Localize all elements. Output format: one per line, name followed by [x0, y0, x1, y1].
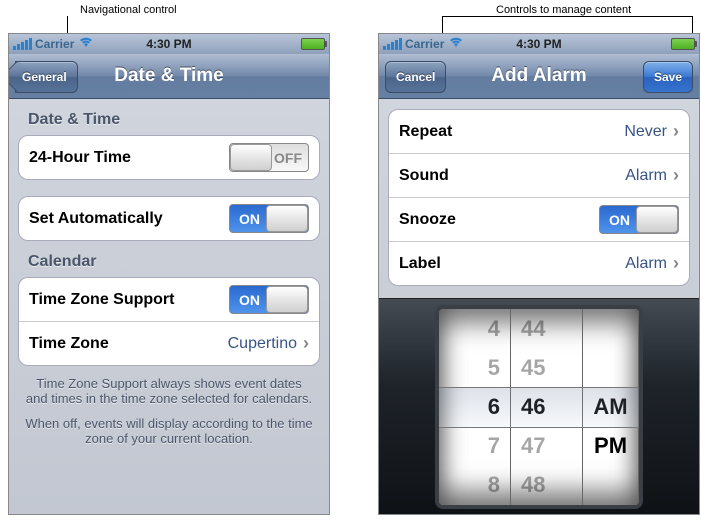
- status-bar: Carrier 4:30 PM: [9, 34, 329, 54]
- row-24-hour-time[interactable]: 24-Hour Time OFF: [19, 136, 319, 179]
- row-time-zone-support[interactable]: Time Zone Support ON: [19, 278, 319, 322]
- chevron-right-icon: ›: [303, 333, 309, 354]
- row-snooze[interactable]: Snooze ON: [389, 198, 689, 242]
- battery-icon: [671, 38, 695, 50]
- row-label: Repeat: [399, 123, 624, 141]
- status-time: 4:30 PM: [379, 37, 699, 51]
- annotation-left: Navigational control: [80, 4, 177, 16]
- row-label: Set Automatically: [29, 210, 229, 228]
- page-title: Add Alarm: [491, 65, 586, 87]
- row-label-alarm[interactable]: Label Alarm ›: [389, 242, 689, 285]
- toggle-24-hour[interactable]: OFF: [229, 143, 309, 172]
- row-value: Alarm: [625, 255, 667, 273]
- chevron-right-icon: ›: [673, 121, 679, 142]
- row-set-automatically[interactable]: Set Automatically ON: [19, 197, 319, 240]
- time-picker[interactable]: 4 5 6 7 8 44 45 46 47 48 AM PM: [379, 298, 699, 515]
- phone-add-alarm: Carrier 4:30 PM Cancel Add Alarm Save Re…: [378, 33, 700, 515]
- row-value: Alarm: [625, 167, 667, 185]
- nav-bar: Cancel Add Alarm Save: [379, 54, 699, 99]
- content-area: Repeat Never › Sound Alarm › Snooze ON L…: [379, 99, 699, 515]
- phone-date-time: Carrier 4:30 PM General Date & Time Date…: [8, 33, 330, 515]
- page-title: Date & Time: [114, 65, 223, 87]
- toggle-tz-support[interactable]: ON: [229, 285, 309, 314]
- section-header-calendar: Calendar: [18, 241, 320, 277]
- row-repeat[interactable]: Repeat Never ›: [389, 110, 689, 154]
- row-label: Snooze: [399, 211, 599, 229]
- status-time: 4:30 PM: [9, 37, 329, 51]
- row-sound[interactable]: Sound Alarm ›: [389, 154, 689, 198]
- battery-icon: [301, 38, 325, 50]
- status-bar: Carrier 4:30 PM: [379, 34, 699, 54]
- content-area: Date & Time 24-Hour Time OFF Set Automat…: [9, 99, 329, 515]
- row-label: Time Zone: [29, 335, 228, 353]
- row-label: 24-Hour Time: [29, 149, 229, 167]
- section-header-datetime: Date & Time: [18, 99, 320, 135]
- chevron-right-icon: ›: [673, 165, 679, 186]
- row-value: Never: [624, 123, 667, 141]
- row-label: Sound: [399, 167, 625, 185]
- row-label: Label: [399, 255, 625, 273]
- row-time-zone[interactable]: Time Zone Cupertino ›: [19, 322, 319, 365]
- row-value: Cupertino: [228, 335, 297, 353]
- footer-text-1: Time Zone Support always shows event dat…: [18, 366, 320, 416]
- cancel-button[interactable]: Cancel: [385, 61, 446, 93]
- toggle-snooze[interactable]: ON: [599, 205, 679, 234]
- footer-text-2: When off, events will display according …: [18, 416, 320, 456]
- picker-col-hour[interactable]: 4 5 6 7 8: [439, 309, 511, 505]
- save-button[interactable]: Save: [643, 61, 693, 93]
- nav-bar: General Date & Time: [9, 54, 329, 99]
- back-button[interactable]: General: [15, 61, 78, 93]
- chevron-right-icon: ›: [673, 253, 679, 274]
- row-label: Time Zone Support: [29, 291, 229, 309]
- picker-col-ampm[interactable]: AM PM: [583, 309, 639, 505]
- picker-col-minute[interactable]: 44 45 46 47 48: [511, 309, 583, 505]
- annotation-right: Controls to manage content: [496, 4, 631, 16]
- toggle-set-automatically[interactable]: ON: [229, 204, 309, 233]
